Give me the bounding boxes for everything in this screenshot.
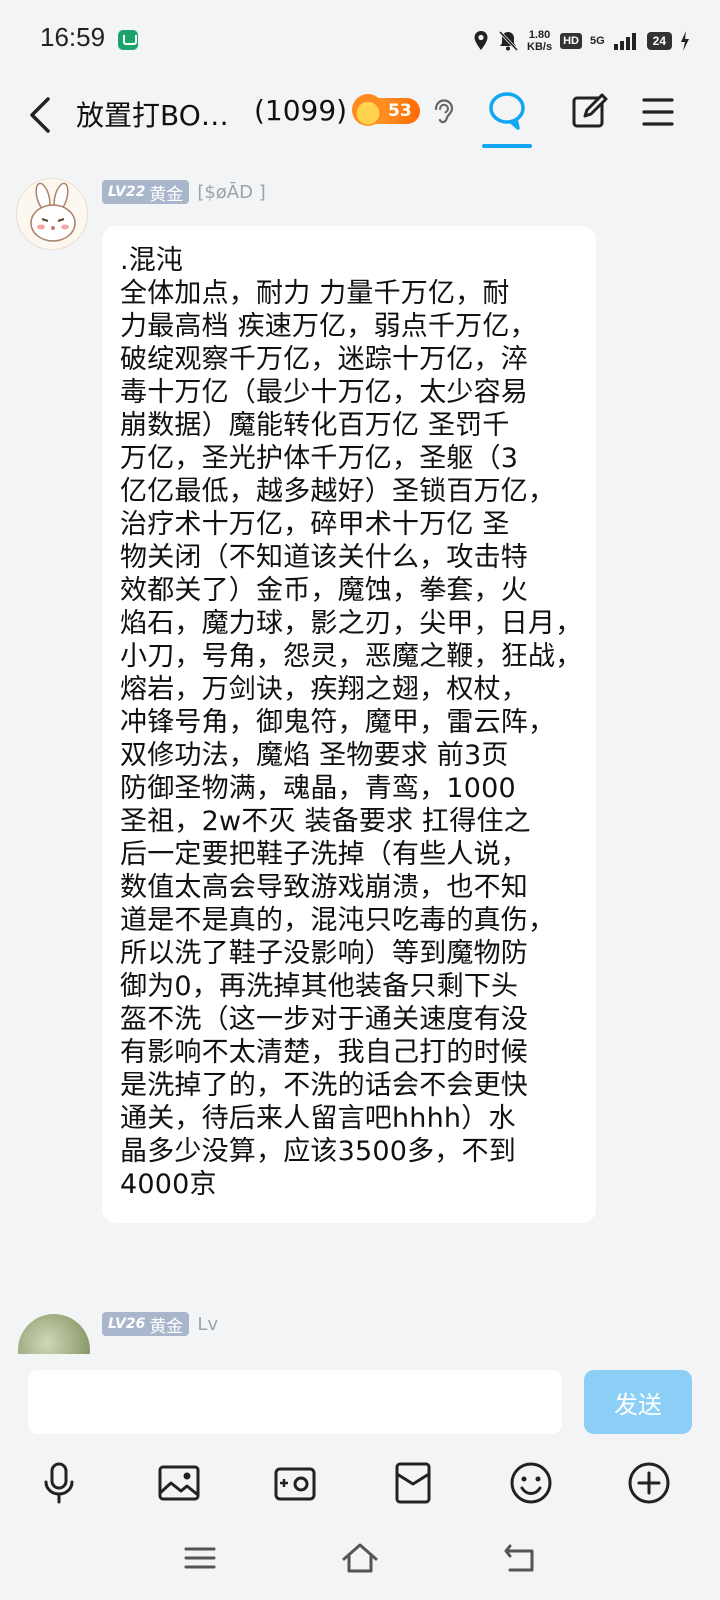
avatar[interactable] <box>18 1314 90 1354</box>
signal-icon <box>613 33 636 50</box>
message-line: 治疗术十万亿，碎甲术十万亿 圣 <box>120 509 510 540</box>
rabbit-avatar-icon <box>30 182 76 242</box>
recent-apps-button[interactable] <box>176 1536 224 1580</box>
message-input[interactable] <box>28 1370 562 1434</box>
message-line: 后一定要把鞋子洗掉（有些人说， <box>120 839 528 870</box>
camera-icon <box>274 1467 316 1501</box>
red-packet-icon <box>395 1462 431 1504</box>
sender-name[interactable]: [$øĀD ] <box>197 182 265 203</box>
battery-level: 24 <box>646 32 672 50</box>
level-text: LV26 <box>108 1316 146 1332</box>
red-packet-button[interactable] <box>388 1458 438 1508</box>
status-icons: 1.80 KB/s HD 5G 24 <box>473 26 690 56</box>
send-button[interactable]: 发送 <box>584 1370 692 1434</box>
network-type: 5G <box>589 35 605 47</box>
message-line: 亿亿最低，越多越好）圣锁百万亿， <box>120 476 556 507</box>
back-nav-button[interactable] <box>496 1536 544 1580</box>
fire-emoji-icon <box>352 94 384 126</box>
chat-header: 放置打BO… (1099) 53 <box>0 84 720 154</box>
level-badge: LV22 黄金 <box>102 180 190 205</box>
message-line: 盔不洗（这一步对于通关速度有没 <box>120 1004 528 1035</box>
location-icon <box>474 31 488 50</box>
plus-circle-icon <box>628 1462 670 1504</box>
message-line: 防御圣物满，魂晶，青鸾，1000 <box>120 773 516 804</box>
net-speed: 1.80 KB/s <box>527 29 553 53</box>
active-tab-indicator <box>482 144 532 148</box>
message-line: 御为0，再洗掉其他装备只剩下头 <box>120 971 519 1002</box>
message-line: 全体加点，耐力 力量千万亿，耐 <box>120 278 510 309</box>
edit-icon[interactable] <box>570 90 610 134</box>
return-icon <box>504 1544 534 1572</box>
message-line: 物关闭（不知道该关什么，攻击特 <box>120 542 528 573</box>
rank-text: 黄金 <box>149 184 184 205</box>
back-button[interactable] <box>20 90 60 140</box>
avatar[interactable] <box>16 178 88 250</box>
image-icon <box>158 1465 200 1501</box>
level-text: LV22 <box>108 184 146 200</box>
message-line: 数值太高会导致游戏崩溃，也不知 <box>120 872 528 903</box>
message-line: 冲锋号角，御鬼符，魔甲，雷云阵， <box>120 707 556 738</box>
message-line: 破绽观察千万亿，迷踪十万亿，淬 <box>120 344 528 375</box>
sender-info: LV26 黄金 Lv <box>102 1312 218 1337</box>
message-line: 晶多少没算，应该3500多，不到 <box>120 1136 516 1167</box>
message-line: 毒十万亿（最少十万亿，太少容易 <box>120 377 528 408</box>
more-button[interactable] <box>624 1458 674 1508</box>
message-line: 圣祖，2w不灭 装备要求 扛得住之 <box>120 806 531 837</box>
message-line: 有影响不太清楚，我自己打的时候 <box>120 1037 528 1068</box>
mute-bell-icon <box>498 30 519 52</box>
ear-icon[interactable] <box>430 96 456 130</box>
menu-lines-icon <box>184 1547 216 1569</box>
member-count: (1099) <box>254 94 348 127</box>
sender-name[interactable]: Lv <box>197 1314 218 1335</box>
message-line: 效都关了）金币，魔蚀，拳套，火 <box>120 575 528 606</box>
home-icon <box>342 1543 378 1573</box>
chat-bubble-icon <box>489 92 525 130</box>
system-nav-bar <box>0 1520 720 1600</box>
message-line: 通关，待后来人留言吧hhhh）水 <box>120 1103 516 1134</box>
menu-icon[interactable] <box>638 90 678 134</box>
message-line: 双修功法，魔焰 圣物要求 前3页 <box>120 740 509 771</box>
message-line: 崩数据）魔能转化百万亿 圣罚千 <box>120 410 510 441</box>
home-button[interactable] <box>336 1536 384 1580</box>
emoji-button[interactable] <box>506 1458 556 1508</box>
input-toolbar <box>0 1450 720 1520</box>
message-line: .混沌 <box>120 245 184 276</box>
tab-chat[interactable] <box>482 84 532 148</box>
message-line: 道是不是真的，混沌只吃毒的真伤， <box>120 905 556 936</box>
image-button[interactable] <box>154 1458 204 1508</box>
hd-badge: HD <box>560 33 582 49</box>
message-line: 力最高档 疾速万亿，弱点千万亿， <box>120 311 537 342</box>
voice-button[interactable] <box>34 1458 84 1508</box>
camera-button[interactable] <box>270 1458 320 1508</box>
level-badge: LV26 黄金 <box>102 1312 190 1337</box>
group-fire-badge[interactable]: 53 <box>352 92 422 132</box>
rank-text: 黄金 <box>149 1316 184 1337</box>
status-time: 16:59 <box>40 22 106 52</box>
message-line: 是洗掉了的，不洗的话会不会更快 <box>120 1070 528 1101</box>
message-bubble[interactable]: .混沌 全体加点，耐力 力量千万亿，耐 力最高档 疾速万亿，弱点千万亿， 破绽观察千万… <box>102 226 596 1223</box>
message-line: 熔岩，万剑诀，疾翔之翅，权杖， <box>120 674 528 705</box>
charging-icon <box>681 31 689 51</box>
input-bar: 发送 <box>0 1354 720 1450</box>
status-bar: 16:59 1.80 KB/s HD 5G 24 <box>0 0 720 84</box>
chevron-left-icon <box>30 97 50 133</box>
message-line: 小刀，号角，怨灵，恶魔之鞭，狂战， <box>120 641 583 672</box>
smiley-icon <box>510 1462 552 1504</box>
microphone-icon <box>44 1462 74 1504</box>
message-list[interactable]: LV22 黄金 [$øĀD ] .混沌 全体加点，耐力 力量千万亿，耐 力最高档 疾… <box>0 154 720 1354</box>
message-line: 4000京 <box>120 1169 217 1200</box>
message-line: 焰石，魔力球，影之刃，尖甲，日月， <box>120 608 583 639</box>
notification-app-icon <box>118 30 138 50</box>
message-line: 万亿，圣光护体千万亿，圣躯（3 <box>120 443 519 474</box>
sender-info: LV22 黄金 [$øĀD ] <box>102 180 266 205</box>
message-line: 所以洗了鞋子没影响）等到魔物防 <box>120 938 528 969</box>
group-title[interactable]: 放置打BO… <box>76 94 229 134</box>
